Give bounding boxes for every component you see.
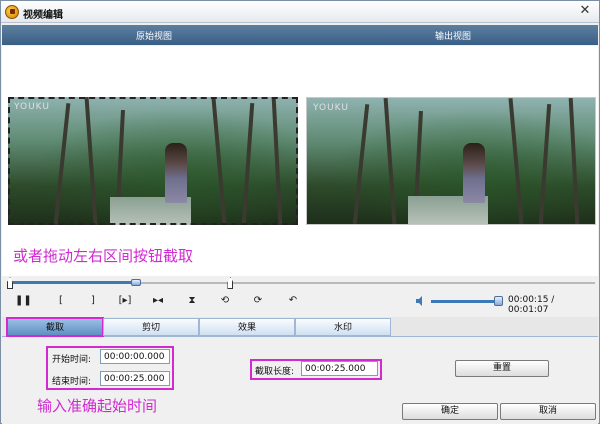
crop-length-input[interactable] <box>301 361 378 376</box>
end-time-input[interactable] <box>100 371 170 386</box>
undo-icon[interactable]: ↶ <box>285 293 301 309</box>
playhead-handle[interactable] <box>131 279 142 286</box>
output-view-label: 输出视图 <box>435 32 472 42</box>
input-hint-annotation: 输入准确起始时间 <box>37 397 158 415</box>
volume-icon[interactable] <box>415 295 427 307</box>
timeline-progress <box>7 281 137 284</box>
timeline[interactable] <box>7 277 595 289</box>
drag-hint-annotation: 或者拖动左右区间按钮截取 <box>13 247 194 265</box>
selection-start-handle[interactable] <box>7 277 13 289</box>
close-icon[interactable]: ✕ <box>577 4 593 19</box>
pause-icon[interactable]: ❚❚ <box>15 293 32 309</box>
volume-thumb[interactable] <box>494 296 503 306</box>
tab-effects[interactable]: 效果 <box>199 318 295 336</box>
output-video-frame: YOUKU <box>307 98 595 224</box>
watermark-logo: YOUKU <box>313 103 349 113</box>
start-time-input[interactable] <box>100 349 170 364</box>
title-bar: 视频编辑 ✕ <box>1 1 599 23</box>
tab-watermark[interactable]: 水印 <box>295 318 391 336</box>
crop-selection-frame[interactable] <box>8 97 298 225</box>
tab-crop[interactable]: 截取 <box>6 317 104 337</box>
selection-end-handle[interactable] <box>227 277 234 289</box>
rotate-right-icon[interactable]: ⟳ <box>250 293 266 309</box>
step-icon[interactable]: ▸◂ <box>150 293 166 309</box>
reset-button[interactable]: 重置 <box>455 360 549 377</box>
mark-in-icon[interactable]: [ <box>53 293 69 309</box>
edit-tabs: 截取 剪切 效果 水印 <box>2 317 598 337</box>
cancel-button[interactable]: 取消 <box>500 403 596 420</box>
view-header: 原始视图 输出视图 <box>2 25 598 45</box>
output-preview: YOUKU <box>306 97 596 225</box>
app-icon <box>5 5 19 19</box>
start-time-label: 开始时间: <box>52 355 92 365</box>
ok-button[interactable]: 确定 <box>402 403 498 420</box>
trim-icon[interactable]: ⧗ <box>184 293 200 309</box>
rotate-left-icon[interactable]: ⟲ <box>217 293 233 309</box>
volume-slider[interactable] <box>431 300 503 303</box>
crop-length-label: 截取长度: <box>255 367 295 377</box>
original-preview[interactable]: YOUKU <box>8 97 298 225</box>
mark-out-icon[interactable]: ] <box>85 293 101 309</box>
video-edit-window: 视频编辑 ✕ 原始视图 输出视图 YOUKU YOUKU 或者拖动左右区间按钮截… <box>0 0 600 424</box>
window-title: 视频编辑 <box>23 10 63 21</box>
person-figure <box>462 143 485 204</box>
tab-cut[interactable]: 剪切 <box>103 318 199 336</box>
play-selection-icon[interactable]: [▸] <box>117 293 133 309</box>
playback-controls: ❚❚ [ ] [▸] ▸◂ ⧗ ⟲ ⟳ ↶ 00:00:15 / 00:01:0… <box>7 293 595 315</box>
end-time-label: 结束时间: <box>52 377 92 387</box>
original-view-label: 原始视图 <box>136 32 173 42</box>
preview-area: YOUKU YOUKU <box>2 46 598 276</box>
time-display: 00:00:15 / 00:01:07 <box>508 295 555 315</box>
